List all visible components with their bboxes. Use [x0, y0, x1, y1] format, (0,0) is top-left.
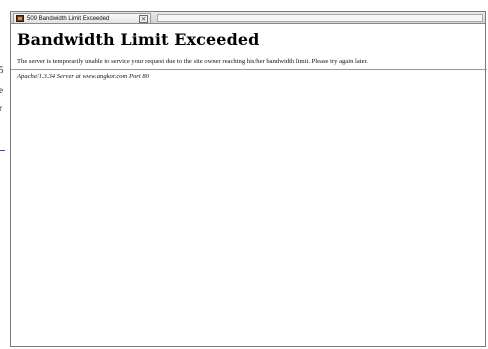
error-message: The server is temporarily unable to serv… [17, 58, 369, 65]
page-content: Bandwidth Limit Exceeded The server is t… [11, 24, 487, 346]
background-page-fragment: 5 e r [0, 0, 8, 349]
close-icon[interactable]: × [139, 14, 148, 23]
page-title: Bandwidth Limit Exceeded [17, 30, 260, 49]
tab-bandwidth-limit[interactable]: 509 Bandwidth Limit Exceeded × [13, 13, 151, 23]
fragment-char: r [0, 103, 2, 113]
favicon-icon [16, 15, 24, 22]
server-address: Apache/1.3.34 Server at www.angkor.com P… [17, 73, 149, 80]
divider [11, 69, 487, 70]
browser-window: 509 Bandwidth Limit Exceeded × Bandwidth… [10, 11, 487, 347]
fragment-link-underline [0, 150, 5, 151]
tab-title: 509 Bandwidth Limit Exceeded [27, 15, 110, 22]
tab-strip-empty [157, 14, 483, 22]
fragment-char: e [0, 85, 3, 95]
tab-bar: 509 Bandwidth Limit Exceeded × [11, 12, 485, 24]
fragment-char: 5 [0, 65, 4, 75]
